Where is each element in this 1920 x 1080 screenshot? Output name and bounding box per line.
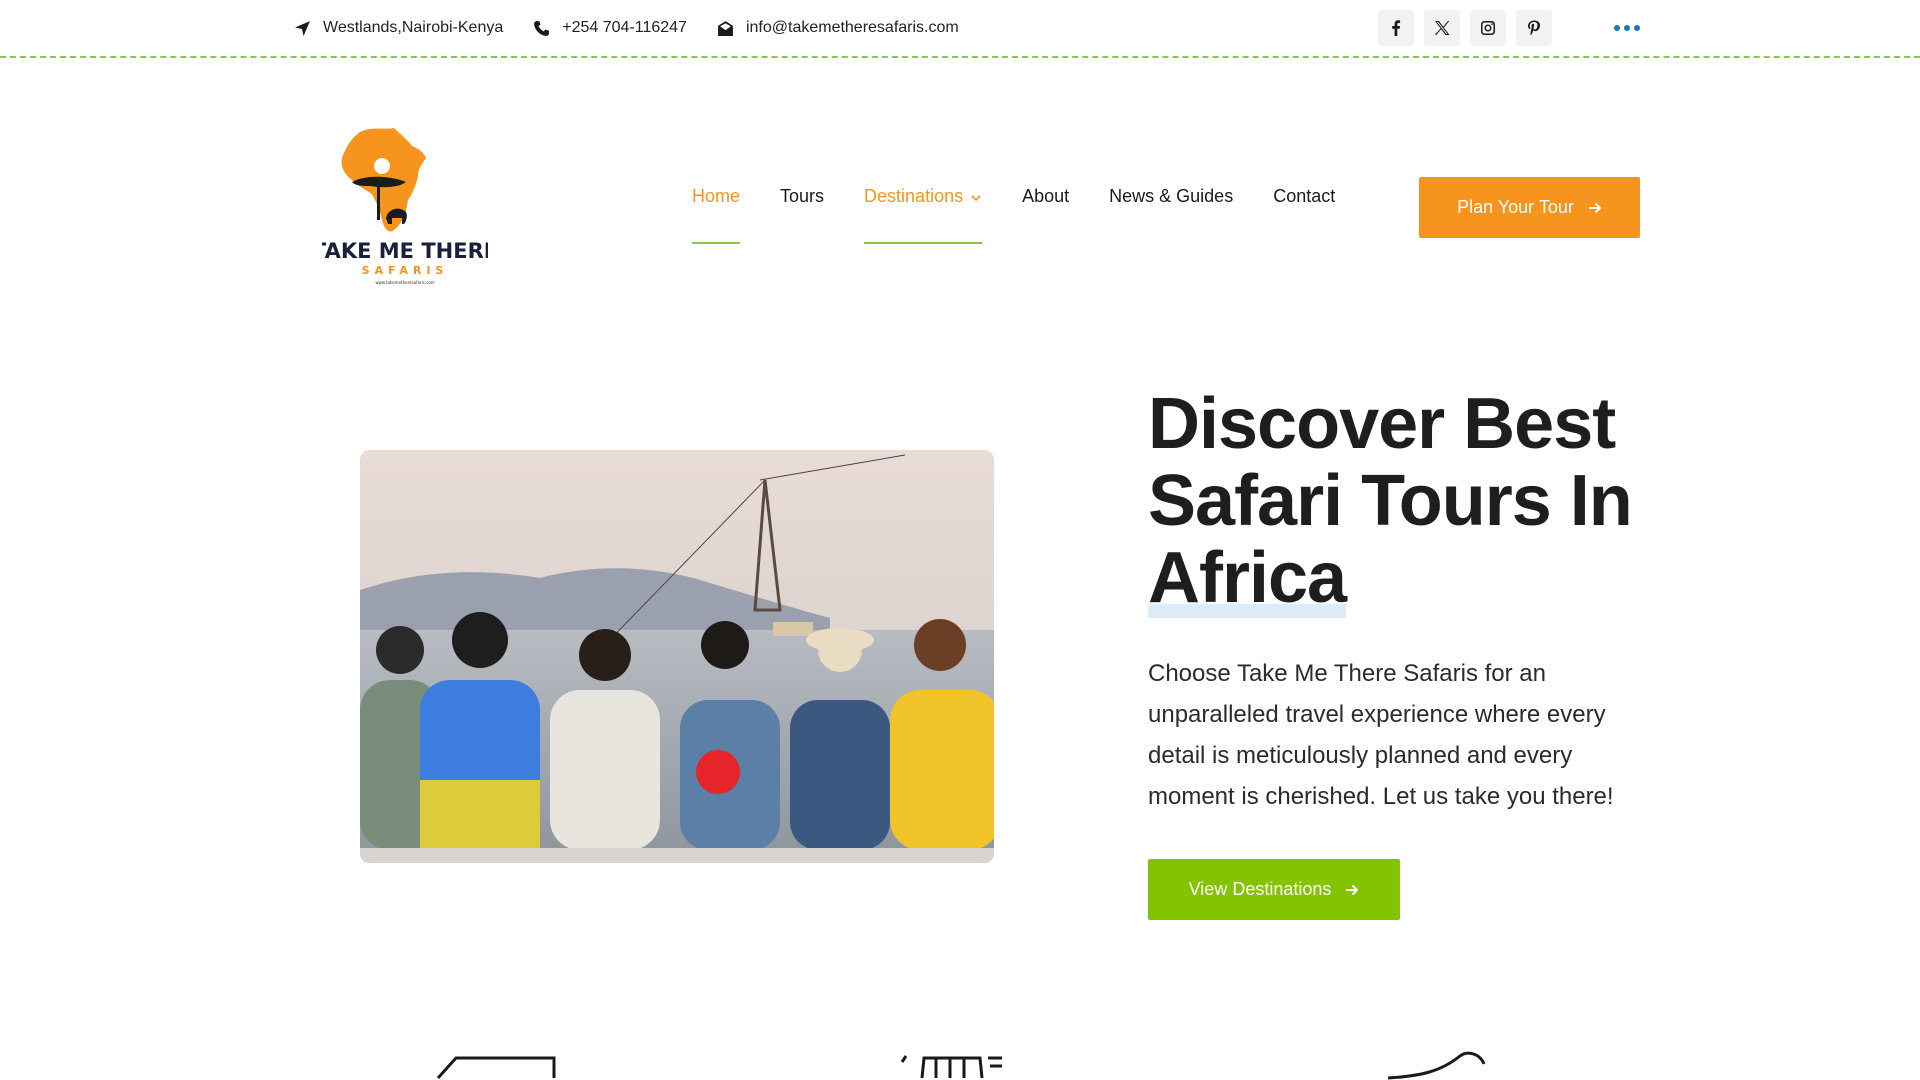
envelope-open-icon	[718, 20, 733, 36]
logo-url: www.takemetheresafaris.com	[375, 280, 434, 285]
nav-item-label: Tours	[780, 186, 825, 206]
social-links	[1368, 10, 1640, 46]
pinterest-link[interactable]	[1516, 10, 1552, 46]
nav-item-label: Destinations	[864, 186, 964, 206]
main-nav: Home Tours Destinations About News & Gui…	[692, 186, 1375, 246]
hero-title-line-2: Safari Tours In	[1148, 461, 1633, 541]
nav-item-about[interactable]: About	[1022, 186, 1069, 246]
location-arrow-icon	[295, 20, 310, 36]
email-text: info@takemetheresafaris.com	[745, 19, 959, 36]
location-text: Westlands,Nairobi-Kenya	[323, 19, 504, 36]
nav-item-label: Home	[692, 186, 741, 206]
more-menu-icon[interactable]	[1614, 10, 1640, 46]
facebook-icon	[1392, 20, 1401, 36]
hero-title: Discover Best Safari Tours In Africa	[1148, 384, 1648, 618]
nav-item-label: About	[1022, 186, 1070, 206]
x-twitter-link[interactable]	[1424, 10, 1460, 46]
nav-item-home[interactable]: Home	[692, 186, 741, 246]
hero-image	[360, 450, 994, 863]
airplane-icon	[1380, 1050, 1500, 1080]
x-twitter-icon	[1434, 21, 1450, 35]
hero-title-line-1: Discover Best	[1148, 384, 1616, 464]
phone-icon	[534, 20, 550, 36]
phone-text: +254 704-116247	[562, 19, 687, 36]
plan-your-tour-button[interactable]: Plan Your Tour	[1419, 177, 1640, 238]
hero-title-line-3: Africa	[1148, 538, 1347, 618]
view-destinations-button[interactable]: View Destinations	[1148, 859, 1400, 920]
logo-subtitle: SAFARIS	[362, 264, 449, 277]
nav-item-contact[interactable]: Contact	[1273, 186, 1335, 246]
nav-item-tours[interactable]: Tours	[780, 186, 824, 246]
nav-item-label: Contact	[1273, 186, 1336, 206]
instagram-icon	[1481, 21, 1495, 35]
arrow-right-icon	[1346, 884, 1359, 895]
bus-icon	[898, 1050, 1004, 1080]
nav-item-news-guides[interactable]: News & Guides	[1109, 186, 1233, 246]
phone-link[interactable]: +254 704-116247	[533, 19, 687, 37]
hero-description: Choose Take Me There Safaris for an unpa…	[1148, 660, 1614, 810]
nav-item-destinations[interactable]: Destinations	[864, 186, 983, 246]
email-link[interactable]: info@takemetheresafaris.com	[717, 19, 959, 37]
instagram-link[interactable]	[1470, 10, 1506, 46]
site-logo[interactable]: TAKE ME THERE SAFARIS www.takemetheresaf…	[312, 124, 498, 290]
logo-title: TAKE ME THERE	[322, 239, 488, 263]
arrow-right-icon	[1588, 202, 1602, 213]
plane-ticket-icon	[436, 1050, 556, 1080]
plan-your-tour-label: Plan Your Tour	[1457, 197, 1574, 217]
facebook-link[interactable]	[1378, 10, 1414, 46]
top-bar: Westlands,Nairobi-Kenya +254 704-116247 …	[0, 0, 1920, 58]
nav-item-label: News & Guides	[1109, 186, 1234, 206]
pinterest-icon	[1528, 20, 1540, 36]
view-destinations-label: View Destinations	[1188, 879, 1332, 899]
location-info: Westlands,Nairobi-Kenya	[294, 19, 503, 37]
chevron-down-icon	[971, 195, 981, 202]
